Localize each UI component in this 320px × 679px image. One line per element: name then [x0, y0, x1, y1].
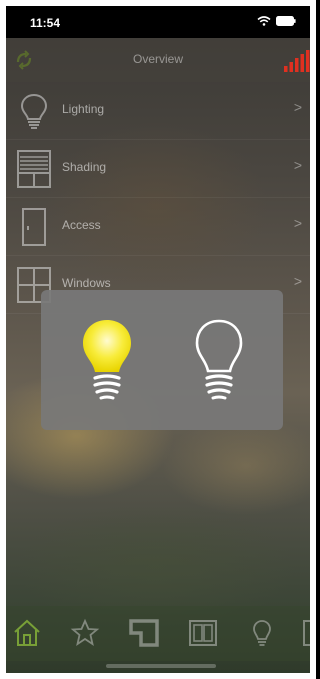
bottom-tab-bar	[6, 606, 310, 661]
chevron-right-icon: >	[293, 273, 302, 289]
page-title: Overview	[132, 52, 183, 66]
menu-item-label: Lighting	[62, 102, 105, 116]
lightbulb-icon	[253, 620, 271, 646]
app-screen: 11:54 Overview Lighting > Shading > Acce…	[6, 6, 310, 673]
signal-strength-icon[interactable]	[282, 50, 310, 77]
tab-favorites[interactable]	[70, 618, 100, 648]
window-icon	[189, 620, 217, 646]
status-bar: 11:54	[6, 6, 310, 38]
floorplan-icon	[129, 619, 159, 647]
chevron-right-icon: >	[293, 215, 302, 231]
home-indicator[interactable]	[106, 664, 216, 668]
status-icons	[257, 16, 296, 26]
home-icon	[14, 619, 40, 646]
lightbulb-icon	[16, 91, 52, 136]
menu-item-access[interactable]: Access >	[6, 198, 310, 256]
tab-more[interactable]	[302, 618, 310, 648]
status-time: 11:54	[30, 16, 61, 30]
more-icon	[303, 620, 310, 646]
menu-item-label: Access	[62, 218, 101, 232]
nav-header: Overview	[6, 38, 310, 82]
lightbulb-off-icon	[195, 319, 243, 400]
tab-home[interactable]	[12, 618, 42, 648]
chevron-right-icon: >	[293, 99, 302, 115]
light-switch-popup	[41, 290, 283, 430]
category-menu: Lighting > Shading > Access > Windows >	[6, 82, 310, 314]
door-icon	[16, 207, 52, 252]
lightbulb-on-icon	[83, 320, 131, 400]
menu-item-shading[interactable]: Shading >	[6, 140, 310, 198]
tab-windows[interactable]	[188, 618, 218, 648]
shading-icon	[16, 149, 52, 194]
chevron-right-icon: >	[293, 157, 302, 173]
wifi-icon	[257, 16, 271, 26]
star-icon	[70, 618, 100, 646]
light-off-button[interactable]	[189, 316, 249, 406]
tab-lighting[interactable]	[247, 618, 277, 648]
battery-icon	[276, 16, 296, 26]
tab-floorplan[interactable]	[129, 618, 159, 648]
menu-item-lighting[interactable]: Lighting >	[6, 82, 310, 140]
light-on-button[interactable]	[77, 316, 137, 406]
menu-item-label: Windows	[62, 276, 111, 290]
menu-item-label: Shading	[62, 160, 107, 174]
phone-frame: 11:54 Overview Lighting > Shading > Acce…	[0, 0, 316, 679]
